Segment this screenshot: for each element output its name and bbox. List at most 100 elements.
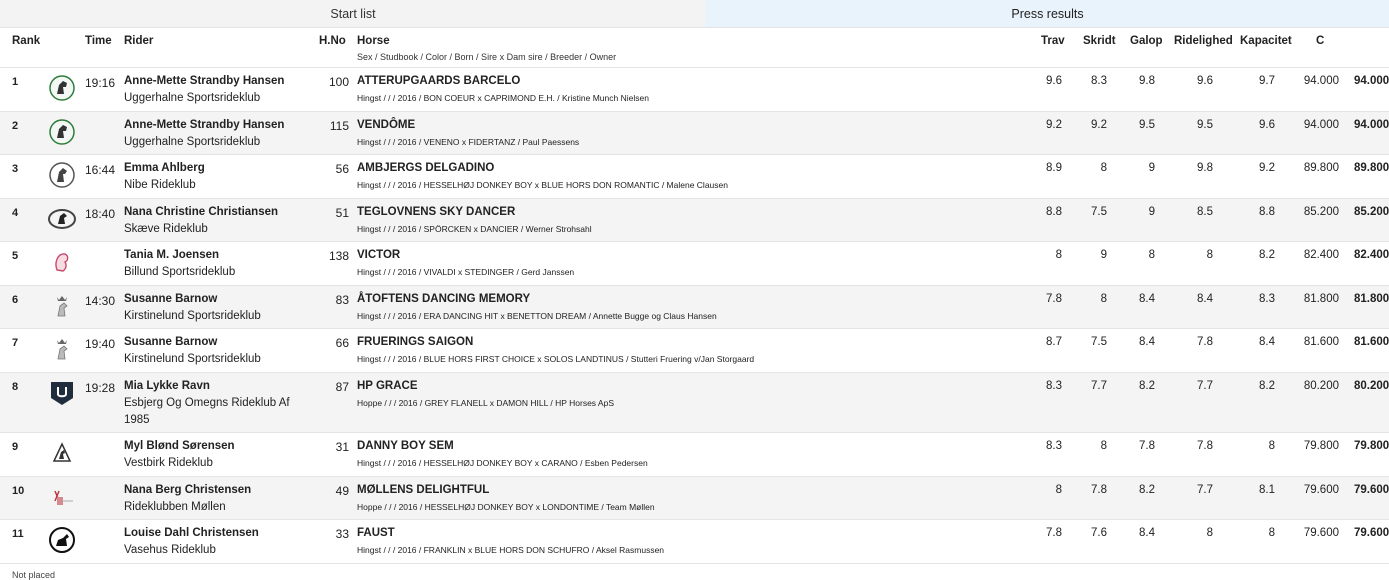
horse-name-link[interactable]: ATTERUPGAARDS BARCELO: [357, 75, 520, 87]
score-trav-cell: 8: [1055, 249, 1062, 261]
table-row[interactable]: 1 19:16 Anne-Mette Strandby Hansen Uggerhal…: [0, 68, 1389, 112]
rider-name-link[interactable]: Emma Ahlberg: [124, 162, 205, 174]
start-time-cell: 19:28: [85, 381, 116, 395]
club-logo-icon: [48, 483, 76, 511]
table-row[interactable]: 2 Anne-Mette Strandby Hansen Uggerhalne Sp…: [0, 112, 1389, 155]
tab-press-results[interactable]: Press results: [706, 0, 1389, 27]
rider-club-label: Vestbirk Rideklub: [124, 457, 213, 469]
rider-name-link[interactable]: Susanne Barnow: [124, 336, 217, 348]
table-row[interactable]: 4 18:40 Nana Christine Christiansen Skæve R…: [0, 199, 1389, 242]
table-row[interactable]: 11 Louise Dahl Christensen Vasehus Rideklu…: [0, 520, 1389, 564]
club-logo-icon: [48, 205, 76, 233]
total-score-cell: 82.400: [1354, 249, 1389, 261]
rider-name-link[interactable]: Nana Berg Christensen: [124, 484, 251, 496]
score-galop-cell: 8: [1148, 249, 1155, 261]
table-row[interactable]: 7 19:40 Susanne Barnow Kirstinelund Sportsr…: [0, 329, 1389, 373]
table-row[interactable]: 3 16:44 Emma Ahlberg Nibe Rideklub 56 AMBJERG…: [0, 155, 1389, 199]
column-header-ridelighed[interactable]: Ridelighed: [1174, 35, 1233, 47]
horse-name-link[interactable]: HP GRACE: [357, 380, 418, 392]
score-skridt-cell: 9.2: [1091, 119, 1107, 131]
score-ridelighed-cell: 7.8: [1197, 440, 1213, 452]
score-kapacitet-cell: 8.3: [1259, 293, 1275, 305]
start-time-cell: 19:40: [85, 337, 116, 351]
score-c-cell: 81.800: [1303, 293, 1339, 305]
column-header-trav[interactable]: Trav: [1041, 35, 1065, 47]
total-score-cell: 80.200: [1354, 380, 1389, 392]
horse-name-link[interactable]: FRUERINGS SAIGON: [357, 336, 473, 348]
score-c-cell: 94.000: [1303, 75, 1339, 87]
column-header-kapacitet[interactable]: Kapacitet: [1240, 35, 1292, 47]
horse-number-cell: 100: [328, 75, 349, 89]
column-header-hno[interactable]: H.No: [319, 35, 346, 47]
score-kapacitet-cell: 8.4: [1259, 336, 1275, 348]
column-header-time[interactable]: Time: [85, 35, 112, 47]
score-ridelighed-cell: 8: [1206, 527, 1213, 539]
score-c-cell: 79.600: [1303, 527, 1339, 539]
horse-name-link[interactable]: VENDÔME: [357, 119, 415, 131]
club-logo-icon: [48, 161, 76, 189]
horse-info-label: Hingst / / / 2016 / HESSELHØJ DONKEY BOY…: [357, 458, 648, 468]
column-header-rider[interactable]: Rider: [124, 35, 153, 47]
tab-start-list[interactable]: Start list: [0, 0, 706, 27]
score-ridelighed-cell: 8: [1206, 249, 1213, 261]
horse-name-link[interactable]: VICTOR: [357, 249, 400, 261]
column-header-rank[interactable]: Rank: [12, 35, 40, 47]
rider-name-link[interactable]: Anne-Mette Strandby Hansen: [124, 75, 284, 87]
rider-name-link[interactable]: Tania M. Joensen: [124, 249, 219, 261]
score-skridt-cell: 9: [1100, 249, 1107, 261]
table-row[interactable]: 5 Tania M. Joensen Billund Sportsrideklub 1…: [0, 242, 1389, 286]
total-score-cell: 81.600: [1354, 336, 1389, 348]
total-score-cell: 85.200: [1354, 206, 1389, 218]
column-header-galop[interactable]: Galop: [1130, 35, 1163, 47]
score-galop-cell: 8.4: [1139, 527, 1155, 539]
score-c-cell: 85.200: [1303, 206, 1339, 218]
score-kapacitet-cell: 9.2: [1259, 162, 1275, 174]
score-c-cell: 89.800: [1303, 162, 1339, 174]
table-row[interactable]: 10 Nana Berg Christensen Rideklubben Mølle…: [0, 477, 1389, 520]
score-trav-cell: 9.2: [1046, 119, 1062, 131]
table-row[interactable]: 8 19:28 Mia Lykke Ravn Esbjerg Og Omegns Ri…: [0, 373, 1389, 433]
rank-cell: 6: [12, 294, 19, 306]
rider-name-link[interactable]: Anne-Mette Strandby Hansen: [124, 119, 284, 131]
score-kapacitet-cell: 8.2: [1259, 249, 1275, 261]
rider-name-link[interactable]: Myl Blønd Sørensen: [124, 440, 235, 452]
column-header-horse[interactable]: Horse: [357, 35, 390, 47]
horse-name-link[interactable]: AMBJERGS DELGADINO: [357, 162, 494, 174]
start-time-cell: 18:40: [85, 207, 116, 221]
rider-club-label: Esbjerg Og Omegns Rideklub Af: [124, 397, 290, 409]
total-score-cell: 94.000: [1354, 75, 1389, 87]
not-placed-label: Not placed: [12, 570, 56, 580]
horse-name-link[interactable]: DANNY BOY SEM: [357, 440, 454, 452]
horse-info-label: Hingst / / / 2016 / SPÖRCKEN x DANCIER /…: [357, 224, 592, 234]
horse-name-link[interactable]: TEGLOVNENS SKY DANCER: [357, 206, 515, 218]
score-galop-cell: 9.5: [1139, 119, 1155, 131]
score-trav-cell: 8.9: [1046, 162, 1062, 174]
horse-info-label: Hingst / / / 2016 / ERA DANCING HIT x BE…: [357, 311, 717, 321]
rider-name-link[interactable]: Louise Dahl Christensen: [124, 527, 259, 539]
horse-name-link[interactable]: MØLLENS DELIGHTFUL: [357, 484, 489, 496]
tab-bar: Start list Press results: [0, 0, 1389, 28]
score-c-cell: 79.600: [1303, 484, 1339, 496]
score-trav-cell: 9.6: [1046, 75, 1062, 87]
score-trav-cell: 8.8: [1046, 206, 1062, 218]
score-ridelighed-cell: 9.5: [1197, 119, 1213, 131]
horse-number-cell: 33: [335, 527, 349, 541]
table-row[interactable]: 6 14:30 Susanne Barnow Kirstinelund Sportsr…: [0, 286, 1389, 329]
rank-cell: 4: [12, 207, 19, 219]
score-galop-cell: 8.4: [1139, 293, 1155, 305]
score-galop-cell: 9: [1148, 162, 1155, 174]
score-ridelighed-cell: 9.6: [1197, 75, 1213, 87]
rider-name-link[interactable]: Susanne Barnow: [124, 293, 217, 305]
results-table-header: Rank Time Rider H.No Horse Sex / Studboo…: [0, 28, 1389, 68]
rider-name-link[interactable]: Nana Christine Christiansen: [124, 206, 278, 218]
horse-name-link[interactable]: ÅTOFTENS DANCING MEMORY: [357, 293, 530, 305]
rider-name-link[interactable]: Mia Lykke Ravn: [124, 380, 210, 392]
column-header-c[interactable]: C: [1316, 35, 1324, 47]
score-galop-cell: 8.4: [1139, 336, 1155, 348]
horse-name-link[interactable]: FAUST: [357, 527, 395, 539]
club-logo-icon: [48, 74, 76, 102]
column-header-skridt[interactable]: Skridt: [1083, 35, 1116, 47]
table-row[interactable]: 9 Myl Blønd Sørensen Vestbirk Rideklub 31 DA…: [0, 433, 1389, 477]
horse-info-label: Hoppe / / / 2016 / GREY FLANELL x DAMON …: [357, 398, 615, 408]
score-c-cell: 94.000: [1303, 119, 1339, 131]
